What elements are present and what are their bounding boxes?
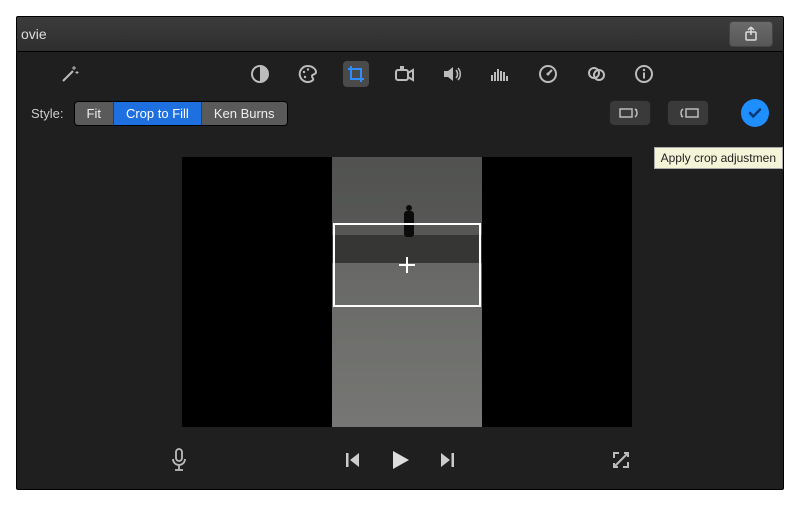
microphone-icon bbox=[169, 447, 189, 473]
magic-wand-icon[interactable] bbox=[57, 61, 83, 87]
style-option-ken-burns[interactable]: Ken Burns bbox=[201, 102, 287, 125]
transport-bar bbox=[17, 431, 783, 489]
apply-crop-tooltip: Apply crop adjustmen bbox=[654, 147, 783, 169]
info-icon[interactable] bbox=[631, 61, 657, 87]
crop-handle-tr[interactable] bbox=[467, 223, 481, 237]
voiceover-mic-button[interactable] bbox=[169, 447, 189, 473]
balance-icon[interactable] bbox=[247, 61, 273, 87]
play-icon bbox=[388, 448, 412, 472]
video-preview[interactable] bbox=[182, 157, 632, 427]
play-button[interactable] bbox=[388, 448, 412, 472]
fullscreen-button[interactable] bbox=[611, 450, 631, 470]
share-button[interactable] bbox=[729, 21, 773, 47]
volume-icon[interactable] bbox=[439, 61, 465, 87]
rotate-ccw-button[interactable] bbox=[609, 100, 651, 126]
checkmark-icon bbox=[747, 105, 763, 121]
crop-rectangle[interactable] bbox=[333, 223, 481, 307]
previous-icon bbox=[344, 451, 362, 469]
equalizer-icon[interactable] bbox=[487, 61, 513, 87]
crop-icon[interactable] bbox=[343, 61, 369, 87]
style-segmented-control: Fit Crop to Fill Ken Burns bbox=[74, 101, 288, 126]
color-palette-icon[interactable] bbox=[295, 61, 321, 87]
style-option-crop-to-fill[interactable]: Crop to Fill bbox=[113, 102, 201, 125]
app-window: ovie bbox=[16, 16, 784, 490]
next-frame-button[interactable] bbox=[438, 451, 456, 469]
crop-handle-br[interactable] bbox=[467, 293, 481, 307]
crop-handle-bl[interactable] bbox=[333, 293, 347, 307]
titlebar: ovie bbox=[17, 17, 783, 52]
filter-overlap-icon[interactable] bbox=[583, 61, 609, 87]
apply-crop-button[interactable] bbox=[741, 99, 769, 127]
rotate-cw-button[interactable] bbox=[667, 100, 709, 126]
next-icon bbox=[438, 451, 456, 469]
crop-style-row: Style: Fit Crop to Fill Ken Burns bbox=[17, 96, 783, 130]
previous-frame-button[interactable] bbox=[344, 451, 362, 469]
speed-gauge-icon[interactable] bbox=[535, 61, 561, 87]
rotate-ccw-icon bbox=[618, 105, 642, 121]
window-title: ovie bbox=[17, 26, 47, 42]
crop-center-cross bbox=[399, 257, 415, 273]
style-option-fit[interactable]: Fit bbox=[75, 102, 113, 125]
camera-icon[interactable] bbox=[391, 61, 417, 87]
style-label: Style: bbox=[31, 106, 64, 121]
fullscreen-icon bbox=[611, 450, 631, 470]
share-icon bbox=[744, 26, 758, 42]
rotate-cw-icon bbox=[676, 105, 700, 121]
crop-handle-tl[interactable] bbox=[333, 223, 347, 237]
adjustment-toolbar bbox=[17, 52, 783, 96]
